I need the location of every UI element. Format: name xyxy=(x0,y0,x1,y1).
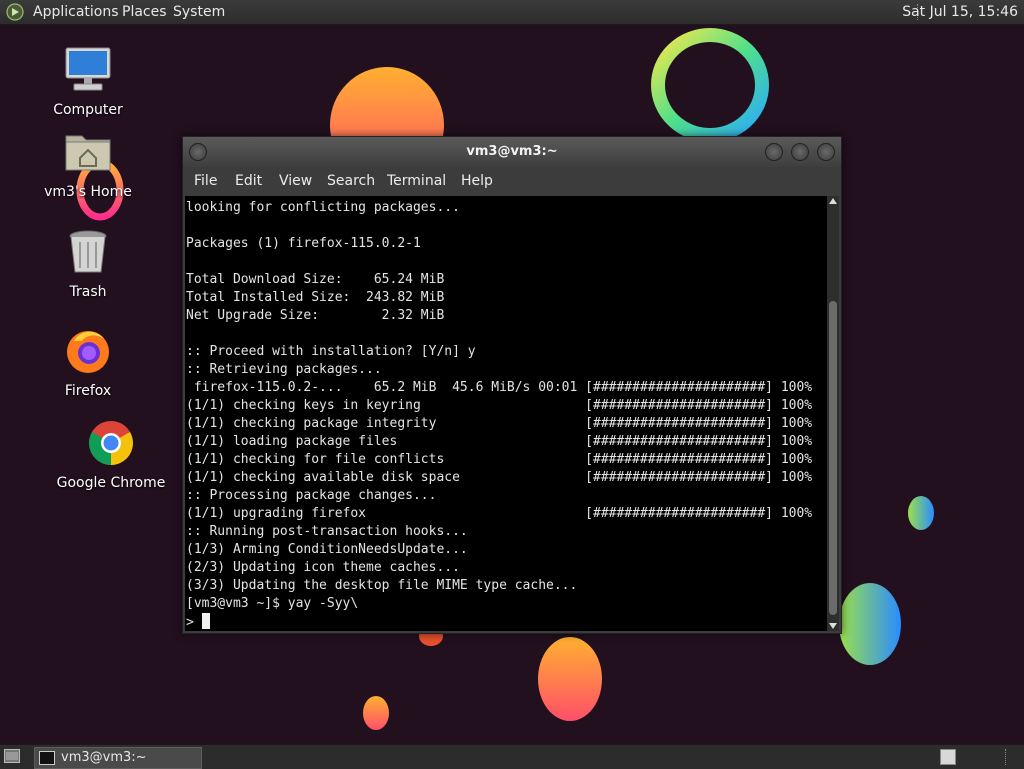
menu-file[interactable]: File xyxy=(194,167,217,195)
firefox-icon xyxy=(67,331,109,373)
taskbar-window-button[interactable]: vm3@vm3:~ xyxy=(34,747,202,769)
desktop-icon-label: Trash xyxy=(69,284,107,300)
places-menu[interactable]: Places xyxy=(122,0,167,24)
menu-view[interactable]: View xyxy=(279,167,312,195)
applications-menu[interactable]: Applications xyxy=(33,0,119,24)
terminal-menubar: File Edit View Search Terminal Help xyxy=(183,167,841,195)
window-menu-icon[interactable] xyxy=(189,143,207,161)
bottom-panel: vm3@vm3:~ xyxy=(0,744,1024,769)
computer-icon xyxy=(65,47,111,91)
window-title: vm3@vm3:~ xyxy=(466,144,558,159)
desktop-icon-label: Google Chrome xyxy=(56,475,166,491)
desktop-icon-label: vm3's Home xyxy=(44,184,132,200)
close-button[interactable] xyxy=(817,143,835,161)
menu-edit[interactable]: Edit xyxy=(235,167,262,195)
scroll-down-arrow-icon[interactable] xyxy=(829,623,837,629)
desktop-icon-computer[interactable]: Computer xyxy=(33,46,143,118)
panel-separator xyxy=(1005,749,1008,765)
desktop-icon-label: Firefox xyxy=(64,383,112,399)
minimize-button[interactable] xyxy=(765,143,783,161)
menu-terminal[interactable]: Terminal xyxy=(387,167,446,195)
desktop-icon-firefox[interactable]: Firefox xyxy=(33,327,143,399)
terminal-scrollbar[interactable] xyxy=(827,196,839,631)
scroll-up-arrow-icon[interactable] xyxy=(829,198,837,204)
menu-help[interactable]: Help xyxy=(461,167,493,195)
terminal-output-area[interactable]: looking for conflicting packages... Pack… xyxy=(185,196,827,631)
scrollbar-thumb[interactable] xyxy=(829,301,837,615)
terminal-output: looking for conflicting packages... Pack… xyxy=(186,200,813,611)
text-cursor xyxy=(201,613,210,629)
chrome-icon xyxy=(89,421,133,465)
desktop-icon-trash[interactable]: Trash xyxy=(33,228,143,300)
desktop-icon-label: Computer xyxy=(53,102,123,118)
distro-logo-icon[interactable] xyxy=(6,3,24,21)
workspace-switcher[interactable] xyxy=(940,749,956,765)
terminal-icon xyxy=(39,751,55,765)
clock[interactable]: Sat Jul 15, 15:46 xyxy=(902,0,1018,24)
menu-search[interactable]: Search xyxy=(327,167,375,195)
show-desktop-icon[interactable] xyxy=(4,749,20,763)
window-titlebar[interactable]: vm3@vm3:~ xyxy=(183,137,841,167)
terminal-prompt: > xyxy=(186,615,202,630)
taskbar-window-label: vm3@vm3:~ xyxy=(61,750,147,765)
desktop-icon-home[interactable]: vm3's Home xyxy=(33,128,143,200)
terminal-window[interactable]: vm3@vm3:~ File Edit View Search Terminal… xyxy=(182,136,842,634)
desktop-icon-chrome[interactable]: Google Chrome xyxy=(56,419,166,491)
home-folder-icon xyxy=(65,135,111,171)
system-menu[interactable]: System xyxy=(173,0,225,24)
top-panel: Applications Places System Sat Jul 15, 1… xyxy=(0,0,1024,25)
trash-icon xyxy=(69,230,107,273)
maximize-button[interactable] xyxy=(791,143,809,161)
